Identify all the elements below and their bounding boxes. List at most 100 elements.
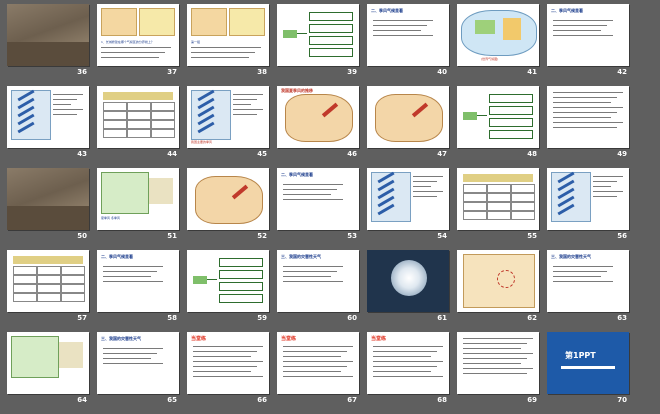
slide-thumbnail[interactable]	[367, 86, 449, 148]
slide-cell: 二、季风气候显著 40	[367, 4, 449, 83]
slide-thumbnail[interactable]: 夏季风 冬季风	[97, 168, 179, 230]
table-cell	[487, 184, 511, 193]
slide-thumbnail[interactable]: 我国主要的季风	[187, 86, 269, 148]
text-line	[373, 30, 421, 31]
slide-title: 二、季风气候显著	[371, 8, 403, 13]
text-line	[553, 107, 623, 108]
table-cell	[13, 284, 37, 293]
table-cell	[37, 266, 61, 275]
slide-thumbnail[interactable]	[187, 168, 269, 230]
slide-thumbnail[interactable]	[547, 168, 629, 230]
slide-cell: 当堂练 68	[367, 332, 449, 411]
table-cell	[463, 184, 487, 193]
table-cell	[487, 193, 511, 202]
text-line	[593, 196, 617, 197]
text-line	[233, 94, 263, 95]
slide-cell: 52	[187, 168, 269, 247]
slide-thumbnail[interactable]	[457, 168, 539, 230]
slide-thumbnail[interactable]	[547, 86, 629, 148]
text-line	[373, 361, 443, 362]
slide-thumbnail[interactable]	[7, 86, 89, 148]
slide-thumbnail[interactable]: 第1PPT	[547, 332, 629, 394]
text-line	[553, 117, 611, 118]
text-line	[53, 99, 77, 100]
text-line	[373, 346, 443, 347]
slide-thumbnail[interactable]	[7, 250, 89, 312]
text-line	[373, 25, 427, 26]
slide-number: 54	[437, 232, 447, 240]
text-line	[53, 109, 83, 110]
slide-thumbnail[interactable]	[367, 250, 449, 312]
slide-cell: 36	[7, 4, 89, 83]
map-image	[191, 8, 227, 36]
table-cell	[13, 293, 37, 302]
slide-title: 二、季风气候显著	[101, 254, 133, 259]
slide-thumbnail[interactable]	[457, 332, 539, 394]
text-line	[593, 186, 611, 187]
slide-cell: 48	[457, 86, 539, 165]
table-cell	[511, 184, 535, 193]
slide-cell: 49	[547, 86, 629, 165]
text-line	[283, 346, 353, 347]
table-cell	[127, 102, 151, 111]
tree-leaf	[489, 118, 533, 127]
slide-thumbnail[interactable]	[457, 86, 539, 148]
slide-thumbnail[interactable]: 三、我国的灾害性天气	[277, 250, 359, 312]
slide-thumbnail[interactable]	[187, 250, 269, 312]
slide-thumbnail[interactable]	[97, 86, 179, 148]
tree-branch	[297, 33, 307, 34]
text-line	[463, 358, 527, 359]
text-line	[283, 276, 331, 277]
slide-cell: 54	[367, 168, 449, 247]
slide-thumbnail[interactable]: 当堂练	[187, 332, 269, 394]
slide-thumbnail[interactable]	[7, 4, 89, 66]
slide-number: 69	[527, 396, 537, 404]
slide-thumbnail[interactable]	[277, 4, 359, 66]
table-cell	[103, 120, 127, 129]
slide-thumbnail[interactable]: 第一组	[187, 4, 269, 66]
map-image	[101, 8, 137, 36]
table-cell	[103, 102, 127, 111]
slide-thumbnail[interactable]	[457, 250, 539, 312]
logo-bar	[561, 366, 615, 369]
slide-thumbnail[interactable]: 三、我国的灾害性天气	[97, 332, 179, 394]
map-image	[11, 336, 59, 378]
slide-thumbnail[interactable]: 当堂练	[277, 332, 359, 394]
slide-thumbnail[interactable]	[367, 168, 449, 230]
slide-number: 45	[257, 150, 267, 158]
text-line	[413, 196, 437, 197]
slide-thumbnail[interactable]: (世界气候图)	[457, 4, 539, 66]
slide-thumbnail[interactable]: 二、季风气候显著	[547, 4, 629, 66]
slide-thumbnail[interactable]	[7, 332, 89, 394]
slide-cell: 三、我国的灾害性天气 60	[277, 250, 359, 329]
text-line	[553, 92, 623, 93]
text-line	[413, 186, 431, 187]
slide-cell: 57	[7, 250, 89, 329]
tree-leaf	[219, 294, 263, 303]
rock-area	[7, 206, 89, 230]
slide-thumbnail[interactable]: 二、季风气候显著	[277, 168, 359, 230]
slide-title: 当堂练	[281, 336, 297, 342]
slide-cell: 二、季风气候显著 42	[547, 4, 629, 83]
text-line	[193, 361, 263, 362]
slide-thumbnail[interactable]	[7, 168, 89, 230]
text-line	[283, 281, 343, 282]
slide-number: 48	[527, 150, 537, 158]
slide-thumbnail[interactable]: 当堂练	[367, 332, 449, 394]
text-line	[553, 97, 617, 98]
slide-thumbnail[interactable]: 三、我国的灾害性天气	[547, 250, 629, 312]
slide-thumbnail[interactable]: 我国夏季风的推移	[277, 86, 359, 148]
slide-thumbnail[interactable]: 二、季风气候显著	[367, 4, 449, 66]
text-line	[193, 371, 251, 372]
text-line	[283, 371, 341, 372]
slide-number: 58	[167, 314, 177, 322]
tree-leaf	[219, 258, 263, 267]
slide-thumbnail[interactable]: 1．长城修建在哪个气候区的分界线上？	[97, 4, 179, 66]
slide-thumbnail[interactable]: 二、季风气候显著	[97, 250, 179, 312]
slide-text: 夏季风 冬季风	[101, 216, 120, 220]
tree-node	[193, 276, 207, 284]
logo-text: 第1PPT	[565, 351, 596, 360]
slide-number: 53	[347, 232, 357, 240]
slide-text: 我国主要的季风	[191, 140, 213, 144]
text-line	[233, 109, 263, 110]
